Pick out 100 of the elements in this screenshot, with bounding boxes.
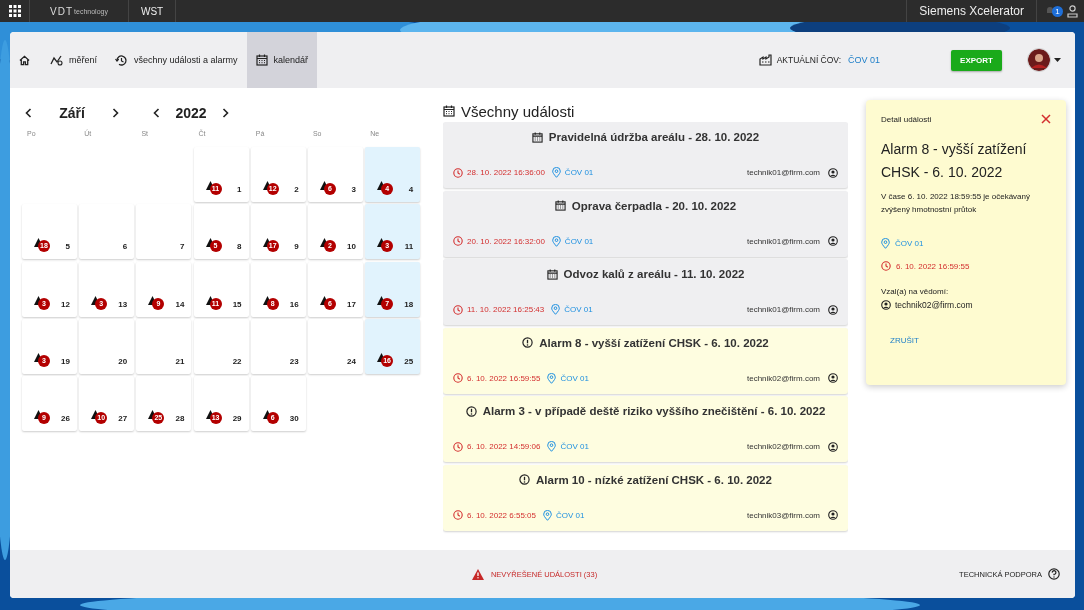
day-number: 6 (122, 242, 128, 252)
user-circle-icon (828, 167, 838, 178)
day-number: 19 (61, 356, 70, 366)
nav-tab[interactable]: kalendář (246, 32, 318, 88)
month-label: Září (58, 105, 86, 121)
calendar-icon (531, 131, 543, 143)
plant-value[interactable]: ČOV 01 (848, 55, 881, 65)
day-number: 20 (118, 356, 128, 366)
clock-icon (453, 236, 463, 246)
event-user: technik01@firm.com (746, 236, 820, 246)
day-number: 8 (237, 242, 242, 252)
cancel-button[interactable]: ZRUŠIT (890, 336, 919, 345)
day-number: 23 (289, 356, 299, 366)
day-number: 2 (294, 185, 299, 195)
event-card[interactable]: Odvoz kalů z areálu - 11. 10. 2022 11. 10. 2022 16:25:43 ČOV 01 technik01@firm.com (443, 259, 848, 325)
event-title: Oprava čerpadla - 20. 10. 2022 (571, 199, 737, 212)
chevron-right-icon[interactable] (222, 108, 229, 118)
user-circle-icon (828, 510, 838, 520)
event-time: 6. 10. 2022 14:59:06 (467, 442, 541, 451)
day-cell[interactable]: 22 (193, 318, 249, 374)
day-number: 13 (118, 299, 128, 309)
panel-heading: Detail události (881, 114, 932, 124)
day-cell[interactable]: 24 (307, 318, 363, 374)
event-title: Odvoz kalů z areálu - 11. 10. 2022 (563, 268, 745, 280)
user-circle-icon (828, 441, 838, 452)
day-cell[interactable]: 23 (250, 318, 306, 374)
location-pin-icon (547, 441, 557, 452)
day-number: 17 (347, 299, 356, 309)
day-number: 4 (408, 185, 414, 195)
day-number: 26 (61, 413, 70, 423)
day-number: 21 (175, 356, 185, 366)
close-icon[interactable] (1041, 114, 1051, 124)
day-number: 16 (289, 299, 299, 309)
clock-icon (453, 304, 463, 315)
alarm-card[interactable]: Alarm 8 - vyšší zatížení CHSK - 6. 10. 2022 6. 10. 2022 16:59:55 ČOV 01 technik02@firm.com (443, 327, 848, 394)
event-user: technik02@firm.com (746, 442, 820, 451)
detail-time: 6. 10. 2022 16:59:55 (896, 261, 970, 271)
event-time: 6. 10. 2022 6:55:05 (467, 510, 536, 520)
clock-icon (453, 510, 463, 520)
user-circle-icon (828, 236, 838, 246)
event-location[interactable]: ČOV 01 (555, 510, 585, 520)
event-location[interactable]: ČOV 01 (560, 373, 589, 383)
chevron-left-icon[interactable] (153, 108, 160, 118)
event-title: Pravidelná údržba areálu - 28. 10. 2022 (548, 131, 760, 143)
user-circle-icon (881, 300, 891, 310)
section-title: Všechny události (461, 102, 575, 120)
detail-title: Alarm 8 - vyšší zatížení CHSK - 6. 10. 2022 (881, 140, 1028, 182)
day-number: 29 (232, 413, 242, 423)
clock-icon (881, 261, 891, 271)
event-card[interactable]: Oprava čerpadla - 20. 10. 2022 20. 10. 2022 16:32:00 ČOV 01 technik01@firm.com (443, 190, 848, 257)
calendar-icon (546, 268, 558, 280)
user-icon[interactable] (1067, 4, 1078, 18)
notification-button[interactable]: 1 (1037, 0, 1063, 22)
location-pin-icon (881, 238, 890, 249)
avatar-button[interactable] (1027, 48, 1061, 72)
event-time: 28. 10. 2022 16:36:00 (467, 168, 545, 177)
day-number: 30 (289, 413, 299, 423)
day-cell[interactable]: 21 (136, 318, 192, 374)
location-pin-icon (547, 372, 557, 384)
notification-count: 1 (1052, 6, 1063, 17)
day-number: 12 (61, 299, 70, 309)
day-number: 27 (118, 413, 128, 423)
calendar-icon (554, 200, 566, 211)
ack-label: Vzal(a) na vědomí: (881, 287, 950, 296)
event-card[interactable]: Pravidelná údržba areálu - 28. 10. 2022 28. 10. 2022 16:36:00 ČOV 01 technik01@firm.com (443, 122, 848, 188)
event-title: Alarm 10 - nízké zatížení CHSK - 6. 10. 2022 (536, 473, 772, 486)
chevron-left-icon[interactable] (25, 108, 32, 118)
alert-icon (465, 405, 477, 417)
day-number: 7 (179, 242, 185, 252)
day-cell[interactable]: 6 (79, 204, 135, 260)
factory-icon (758, 54, 772, 66)
event-time: 11. 10. 2022 16:25:43 (467, 305, 545, 314)
nav-tab[interactable]: všechny události a alarmy (106, 32, 247, 88)
day-number: 10 (347, 242, 356, 252)
detail-description: V čase 6. 10. 2022 18:59:55 je očekávaný zvýšený hmotnostní průtok (881, 191, 1031, 216)
day-number: 18 (404, 299, 414, 309)
event-location[interactable]: ČOV 01 (560, 442, 589, 451)
calendar-icon (443, 105, 455, 117)
bell-icon (1045, 6, 1055, 16)
day-number: 15 (232, 299, 242, 309)
alert-icon (519, 474, 531, 485)
ack-user: technik02@firm.com (895, 300, 973, 310)
chart-icon (50, 54, 63, 66)
history-icon (115, 53, 128, 67)
clock-icon (453, 441, 463, 452)
location-pin-icon (551, 304, 561, 315)
chevron-right-icon[interactable] (112, 108, 119, 118)
event-user: technik01@firm.com (746, 305, 820, 314)
day-number: 3 (351, 185, 356, 195)
alarm-card[interactable]: Alarm 3 - v případě deště riziko vyššího znečištění - 6. 10. 2022 6. 10. 2022 14:59:06 ČOV 01 technik02@firm.com (443, 396, 848, 462)
logo-text: VDT (50, 5, 74, 17)
day-number: 14 (175, 299, 185, 309)
user-circle-icon (828, 373, 838, 383)
alarm-card[interactable]: Alarm 10 - nízké zatížení CHSK - 6. 10. 2022 6. 10. 2022 6:55:05 ČOV 01 technik03@firm.com (443, 464, 848, 531)
caret-icon (1054, 58, 1061, 62)
app-name: WST (129, 0, 177, 22)
nav-tab[interactable]: měření (41, 32, 106, 88)
day-cell[interactable]: 7 (136, 204, 192, 260)
event-user: technik01@firm.com (746, 168, 820, 177)
day-cell[interactable]: 20 (79, 318, 135, 374)
